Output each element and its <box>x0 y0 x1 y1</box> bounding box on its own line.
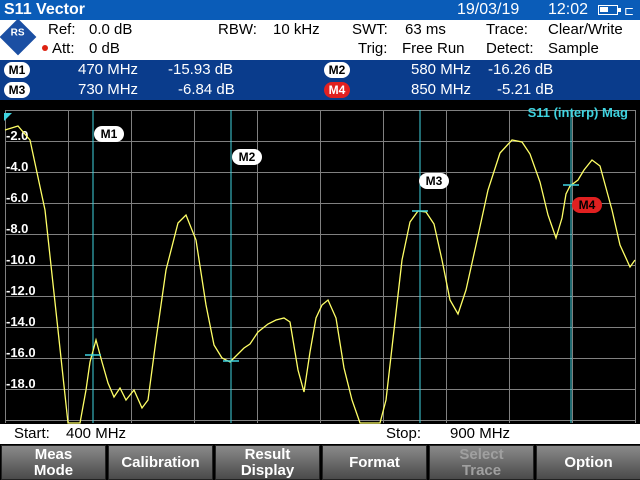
s11-trace <box>4 125 636 424</box>
trace-label: Trace: <box>486 21 528 38</box>
reference-level-arrow-icon <box>4 113 12 121</box>
marker-freq: 580 MHz <box>411 61 472 78</box>
marker-label-m3[interactable]: M3 <box>419 173 449 189</box>
power-plug-icon: ⊏ <box>624 4 635 18</box>
select-trace-button: Select Trace <box>429 445 534 480</box>
marker-label-m2[interactable]: M2 <box>232 149 262 165</box>
start-frequency[interactable]: 400 MHz <box>66 425 126 442</box>
marker-freq: 730 MHz <box>78 81 139 98</box>
ref-label: Ref: <box>48 21 76 38</box>
marker-badge-m4[interactable]: M4 <box>324 82 350 98</box>
option-button[interactable]: Option <box>536 445 640 480</box>
stop-frequency[interactable]: 900 MHz <box>450 425 510 442</box>
rbw-value[interactable]: 10 kHz <box>273 21 320 38</box>
marker-level: -16.26 dB <box>488 61 554 78</box>
rohde-schwarz-logo-icon: RS <box>0 18 37 56</box>
trace-value[interactable]: Clear/Write <box>548 21 623 38</box>
marker-freq: 850 MHz <box>411 81 472 98</box>
rbw-label: RBW: <box>218 21 257 38</box>
marker-badge-m2[interactable]: M2 <box>324 62 350 78</box>
marker-badge-m1[interactable]: M1 <box>4 62 30 78</box>
swt-value[interactable]: 63 ms <box>405 21 446 38</box>
att-value[interactable]: 0 dB <box>89 40 120 57</box>
marker-freq: 470 MHz <box>78 61 139 78</box>
start-label: Start: <box>14 425 50 442</box>
trace-display[interactable]: -2.0 -4.0 -6.0 -8.0 -10.0 -12.0 -14.0 -1… <box>0 100 640 425</box>
trace-svg <box>4 110 636 424</box>
marker-table: M1 470 MHz -15.93 dB M2 580 MHz -16.26 d… <box>0 60 640 100</box>
att-indicator-icon <box>42 45 48 51</box>
result-display-button[interactable]: Result Display <box>215 445 320 480</box>
marker-level: -5.21 dB <box>497 81 554 98</box>
marker-badge-m3[interactable]: M3 <box>4 82 30 98</box>
time-display: 12:02 <box>548 1 589 18</box>
format-button[interactable]: Format <box>322 445 427 480</box>
settings-panel: RS Ref: 0.0 dB Att: 0 dB RBW: 10 kHz SWT… <box>0 18 640 60</box>
app-title: S11 Vector <box>4 1 85 18</box>
swt-label: SWT: <box>352 21 388 38</box>
marker-level: -6.84 dB <box>178 81 235 98</box>
trig-value[interactable]: Free Run <box>402 40 465 57</box>
meas-mode-button[interactable]: Meas Mode <box>1 445 106 480</box>
ref-value[interactable]: 0.0 dB <box>89 21 132 38</box>
marker-level: -15.93 dB <box>168 61 234 78</box>
title-bar: S11 Vector 19/03/19 12:02 ⊏ <box>0 0 640 20</box>
marker-row: M1 470 MHz -15.93 dB M2 580 MHz -16.26 d… <box>0 60 640 80</box>
detect-value[interactable]: Sample <box>548 40 599 57</box>
marker-label-m1[interactable]: M1 <box>94 126 124 142</box>
date-display: 19/03/19 <box>457 1 520 18</box>
battery-icon <box>598 5 621 15</box>
calibration-button[interactable]: Calibration <box>108 445 213 480</box>
softkey-bar: Meas Mode Calibration Result Display For… <box>0 444 640 480</box>
marker-row: M3 730 MHz -6.84 dB M4 850 MHz -5.21 dB <box>0 80 640 100</box>
detect-label: Detect: <box>486 40 534 57</box>
stop-label: Stop: <box>386 425 422 442</box>
marker-label-m4[interactable]: M4 <box>572 197 602 213</box>
trig-label: Trig: <box>358 40 388 57</box>
att-label: Att: <box>52 40 75 57</box>
frequency-status-bar: Start: 400 MHz Stop: 900 MHz <box>0 424 640 444</box>
